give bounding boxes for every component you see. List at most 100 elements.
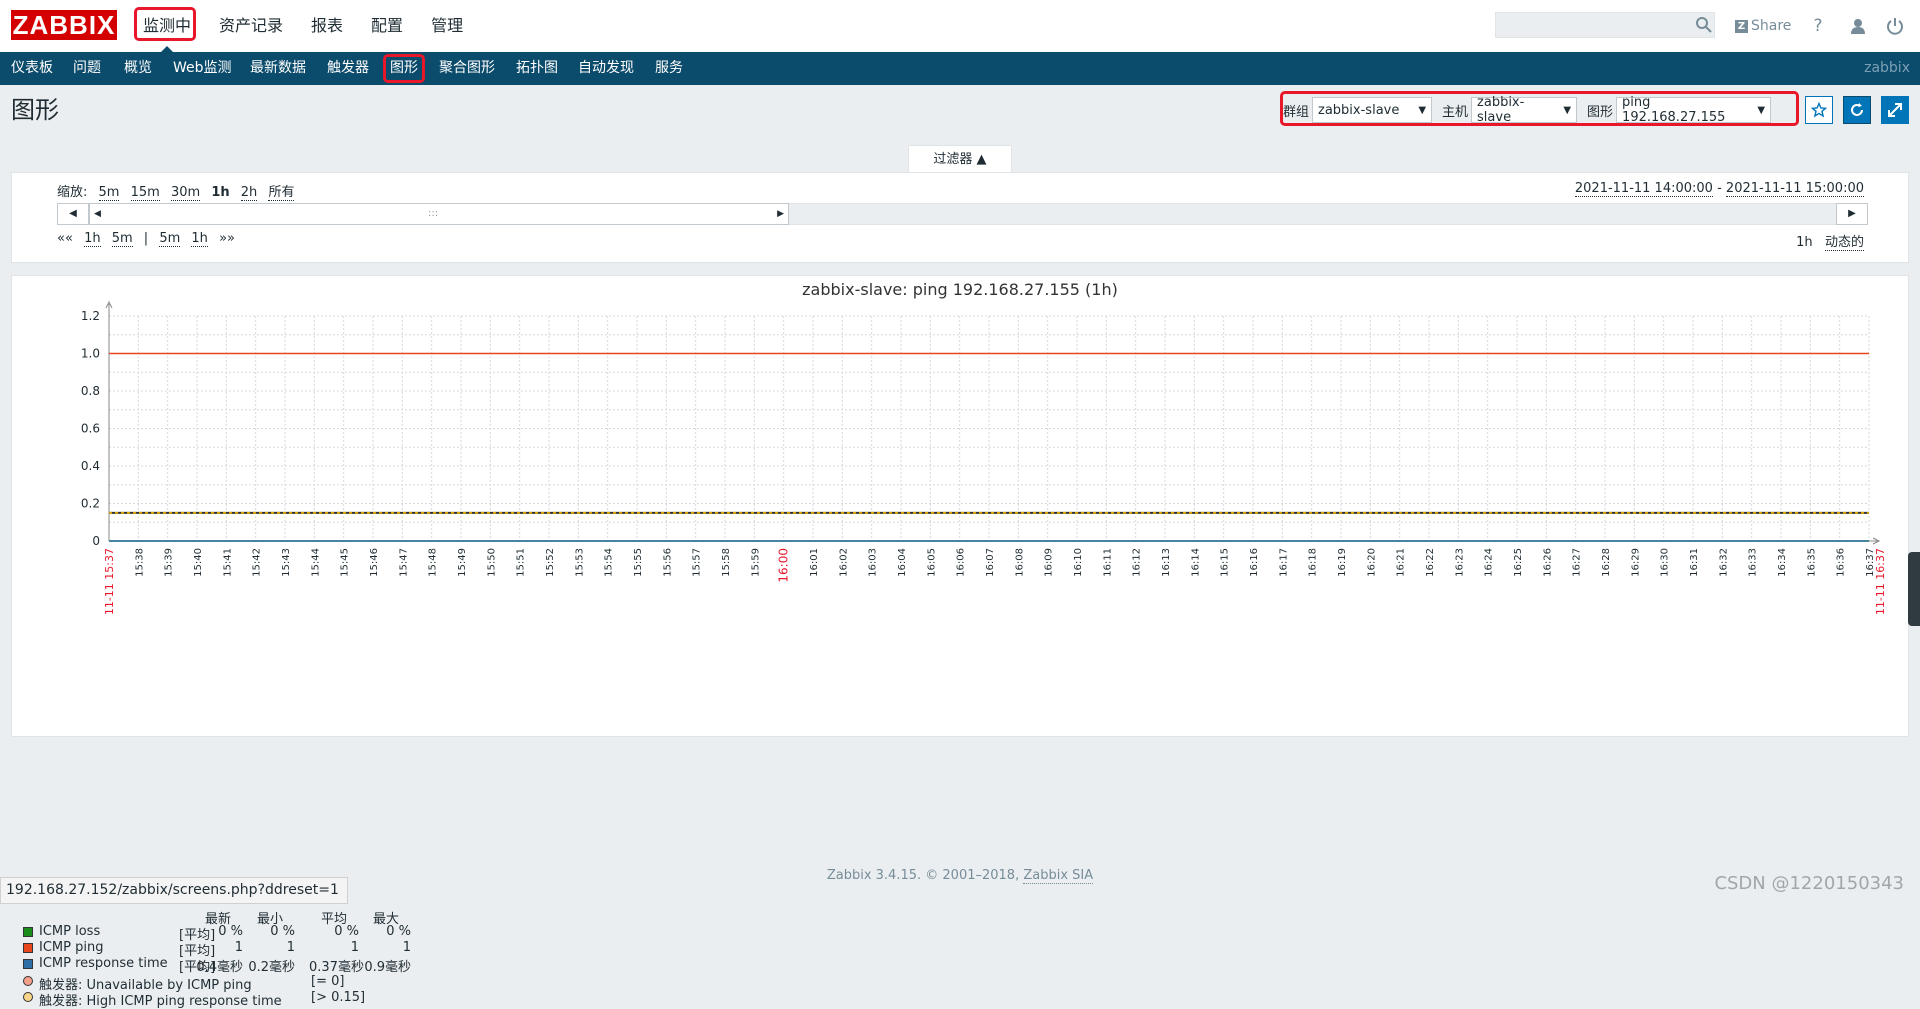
chevron-down-icon: ▼ [1563, 104, 1572, 116]
graph-select-value: ping 192.168.27.155 [1622, 95, 1726, 125]
graph-select[interactable]: ping 192.168.27.155 ▼ [1616, 95, 1772, 125]
x-tick-label: 16:22 [1425, 548, 1436, 577]
subnav-services[interactable]: 服务 [655, 52, 683, 85]
top-menu: 监测中 资产记录 报表 配置 管理 [134, 0, 482, 53]
power-icon[interactable] [1885, 16, 1905, 36]
zoom-30m[interactable]: 30m [170, 185, 201, 201]
user-icon[interactable] [1848, 16, 1868, 36]
handle-right-arrow[interactable]: ▶ [777, 204, 784, 224]
favourite-button[interactable] [1805, 96, 1833, 124]
subnav-dashboard[interactable]: 仪表板 [11, 52, 53, 85]
subnav-problems[interactable]: 问题 [73, 52, 101, 85]
x-tick-label: 16:06 [956, 548, 967, 577]
x-tick-label: 15:52 [545, 548, 556, 577]
top-menu-administration[interactable]: 管理 [422, 0, 472, 52]
top-menu-monitoring[interactable]: 监测中 [134, 0, 200, 53]
help-icon[interactable]: ? [1808, 16, 1828, 36]
legend-swatch [23, 943, 33, 953]
x-tick-label: 16:25 [1513, 548, 1524, 577]
x-tick-label: 15:51 [516, 548, 527, 577]
x-tick-label: 16:24 [1484, 548, 1495, 577]
zoom-5m[interactable]: 5m [98, 185, 120, 201]
subnav-screens[interactable]: 聚合图形 [439, 52, 495, 85]
x-tick-label: 16:26 [1542, 548, 1553, 577]
x-tick-label: 16:11 [1102, 548, 1113, 577]
top-menu-reports[interactable]: 报表 [302, 0, 352, 52]
legend-header-row: 最新 最小 平均 最大 [23, 908, 423, 927]
nav-forward-1h[interactable]: 1h [191, 231, 208, 247]
zabbix-logo[interactable]: ZABBIX [11, 10, 117, 40]
x-tick-label: 16:03 [868, 548, 879, 577]
nav-back-start[interactable]: «« [57, 231, 73, 246]
x-tick-label: 15:57 [692, 548, 703, 577]
timeline-scrollbar[interactable]: ◀ ◀ ::: ▶ ▶ [57, 203, 1868, 225]
subnav-maps[interactable]: 拓扑图 [516, 52, 558, 85]
dynamic-toggle[interactable]: 动态的 [1824, 235, 1864, 251]
x-tick-label: 15:39 [164, 548, 175, 577]
x-tick-label: 16:31 [1689, 548, 1700, 577]
date-to[interactable]: 2021-11-11 15:00:00 [1725, 181, 1864, 197]
graph-panel: zabbix-slave: ping 192.168.27.155 (1h) 1… [11, 275, 1910, 1009]
footer-link[interactable]: Zabbix SIA [1023, 868, 1094, 884]
x-tick-label: 16:34 [1777, 548, 1788, 577]
legend-value: 0.2毫秒 [248, 960, 295, 975]
subnav-discovery[interactable]: 自动发现 [578, 52, 634, 85]
x-tick-label: 15:55 [633, 548, 644, 577]
timeline-handle[interactable]: ◀ ::: ▶ [89, 203, 789, 225]
group-select[interactable]: zabbix-slave ▼ [1312, 97, 1433, 123]
y-tick-label: 0.8 [81, 384, 100, 398]
top-menu-inventory[interactable]: 资产记录 [210, 0, 292, 52]
fullscreen-button[interactable] [1881, 96, 1909, 124]
x-tick-label: 16:14 [1190, 548, 1201, 577]
subnav-triggers[interactable]: 触发器 [327, 52, 369, 85]
nav-forward-5m[interactable]: 5m [159, 231, 181, 247]
timeline-filter-panel: 缩放: 5m 15m 30m 1h 2h 所有 2021-11-11 14:00… [11, 172, 1909, 263]
handle-left-arrow[interactable]: ◀ [90, 204, 101, 224]
refresh-button[interactable] [1843, 96, 1871, 124]
subnav-graphs[interactable]: 图形 [390, 52, 418, 85]
x-tick-label: 15:59 [750, 548, 761, 577]
x-tick-label: 16:07 [985, 548, 996, 577]
nav-back-1h[interactable]: 1h [84, 231, 101, 247]
search-icon[interactable] [1695, 16, 1713, 34]
host-label: 主机 [1442, 104, 1469, 120]
x-tick-label: 16:16 [1249, 548, 1260, 577]
x-tick-label: 15:49 [457, 548, 468, 577]
filter-tab[interactable]: 过滤器 ▲ [908, 145, 1012, 173]
side-widget[interactable] [1908, 552, 1920, 626]
legend-value: 0 % [334, 924, 359, 939]
x-tick-label: 16:00 [777, 548, 791, 583]
subnav-latest-data[interactable]: 最新数据 [250, 52, 306, 85]
subnav-web[interactable]: Web监测 [173, 52, 232, 85]
zoom-row: 缩放: 5m 15m 30m 1h 2h 所有 [57, 181, 301, 201]
top-menu-configuration[interactable]: 配置 [362, 0, 412, 52]
x-tick-label: 16:10 [1073, 548, 1084, 577]
search-input[interactable] [1495, 12, 1715, 38]
x-end-label: 11-11 16:37 [1874, 548, 1887, 615]
chart-svg[interactable]: 1.2 1.0 0.8 0.6 0.4 0.2 011-11 15:37 15:38 15:39… [12, 276, 1910, 636]
zoom-15m[interactable]: 15m [130, 185, 160, 201]
scroll-right-button[interactable]: ▶ [1836, 203, 1868, 225]
x-start-label: 11-11 15:37 [103, 548, 116, 615]
share-button[interactable]: Z Share [1735, 17, 1791, 35]
x-tick-label: 16:32 [1718, 548, 1729, 577]
x-tick-label: 16:30 [1660, 548, 1671, 577]
scroll-left-button[interactable]: ◀ [57, 203, 89, 225]
host-select[interactable]: zabbix-slave ▼ [1471, 95, 1578, 125]
x-tick-label: 16:29 [1630, 548, 1641, 577]
zoom-2h[interactable]: 2h [240, 185, 258, 201]
legend-value: 0.37毫秒 [309, 960, 364, 975]
legend-value: 1 [402, 940, 411, 955]
date-from[interactable]: 2021-11-11 14:00:00 [1574, 181, 1713, 197]
subnav-overview[interactable]: 概览 [124, 52, 152, 85]
x-tick-label: 16:08 [1014, 548, 1025, 577]
page-title: 图形 [11, 96, 59, 124]
nav-forward-end[interactable]: »» [219, 231, 235, 246]
nav-back-5m[interactable]: 5m [111, 231, 133, 247]
legend-value: 0 % [270, 924, 295, 939]
zoom-all[interactable]: 所有 [268, 185, 295, 201]
zoom-1h[interactable]: 1h [211, 185, 229, 200]
x-tick-label: 16:23 [1454, 548, 1465, 577]
graph-select-form: 群组 zabbix-slave ▼ 主机 zabbix-slave ▼ 图形 pin… [1283, 95, 1772, 125]
legend-series-name: ICMP ping [39, 940, 104, 955]
